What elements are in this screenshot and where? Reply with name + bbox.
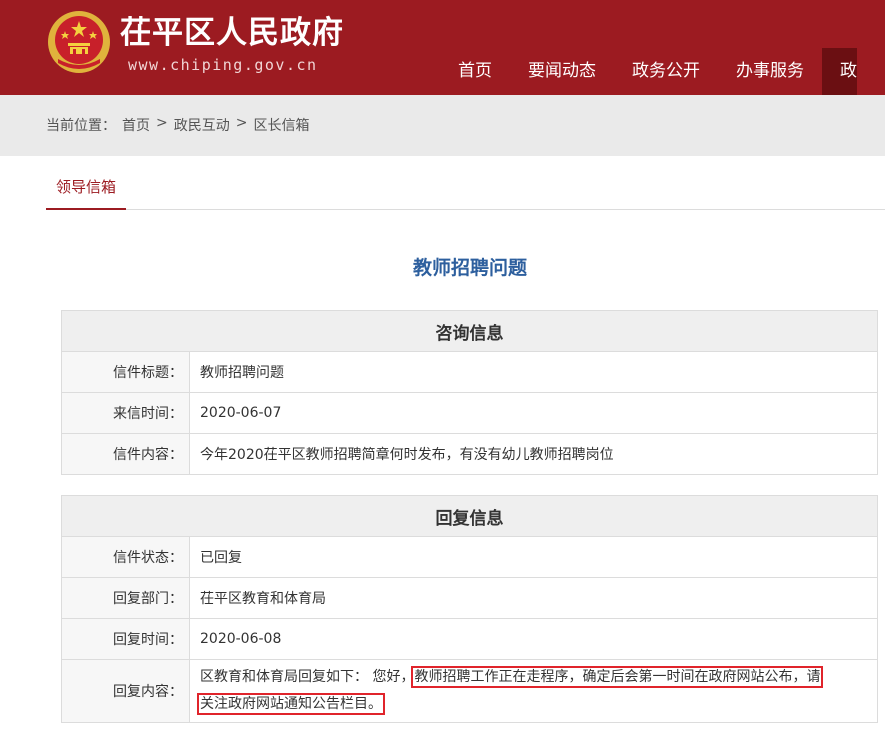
site-domain: www.chiping.gov.cn (128, 56, 318, 74)
breadcrumb-bar: 当前位置： 首页 > 政民互动 > 区长信箱 (0, 95, 885, 156)
table-row: 信件状态： 已回复 (61, 536, 878, 578)
site-header: 茌平区人民政府 www.chiping.gov.cn 首页 要闻动态 政务公开 … (0, 0, 885, 95)
breadcrumb-mailbox[interactable]: 区长信箱 (253, 115, 309, 135)
breadcrumb-separator: > (156, 115, 168, 131)
inquiry-heading: 咨询信息 (61, 310, 878, 352)
reply-heading: 回复信息 (61, 495, 878, 537)
letter-date-value: 2020-06-07 (189, 392, 878, 434)
letter-title-label: 信件标题： (61, 351, 190, 393)
reply-content-value: 区教育和体育局回复如下： 您好，教师招聘工作正在走程序，确定后会第一时间在政府网… (189, 659, 878, 723)
reply-department-label: 回复部门： (61, 577, 190, 619)
letter-content-label: 信件内容： (61, 433, 190, 475)
breadcrumb-separator: > (235, 115, 248, 131)
table-header-row: 咨询信息 (61, 310, 878, 352)
table-header-row: 回复信息 (61, 495, 878, 537)
status-label: 信件状态： (61, 536, 190, 578)
highlighted-reply-text: 教师招聘工作正在走程序，确定后会第一时间在政府网站公布，请 (411, 666, 824, 688)
status-value: 已回复 (189, 536, 878, 578)
reply-table: 回复信息 信件状态： 已回复 回复部门： 茌平区教育和体育局 回复时间： 202… (61, 495, 878, 723)
inquiry-table: 咨询信息 信件标题： 教师招聘问题 来信时间： 2020-06-07 信件内容：… (61, 310, 878, 475)
table-row: 信件标题： 教师招聘问题 (61, 351, 878, 393)
table-row: 回复时间： 2020-06-08 (61, 618, 878, 660)
table-row: 信件内容： 今年2020茌平区教师招聘简章何时发布，有没有幼儿教师招聘岗位 (61, 433, 878, 475)
page-title: 教师招聘问题 (412, 257, 527, 279)
nav-services[interactable]: 办事服务 (718, 48, 822, 95)
reply-date-value: 2020-06-08 (189, 618, 878, 660)
breadcrumb-prefix: 当前位置： (46, 118, 116, 134)
nav-interaction[interactable]: 政 (822, 48, 857, 95)
national-emblem-icon[interactable] (46, 9, 112, 75)
table-row: 来信时间： 2020-06-07 (61, 392, 878, 434)
main-nav: 首页 要闻动态 政务公开 办事服务 政 (440, 48, 857, 95)
nav-home[interactable]: 首页 (440, 48, 510, 95)
reply-date-label: 回复时间： (61, 618, 190, 660)
reply-intro-text: 区教育和体育局回复如下： 您好， (200, 669, 415, 685)
letter-date-label: 来信时间： (61, 392, 190, 434)
breadcrumb-interaction[interactable]: 政民互动 (174, 115, 230, 135)
letter-title-value: 教师招聘问题 (189, 351, 878, 393)
breadcrumb: 当前位置： 首页 > 政民互动 > 区长信箱 (46, 115, 309, 135)
tab-leader-mailbox[interactable]: 领导信箱 (46, 175, 126, 210)
site-title[interactable]: 茌平区人民政府 (120, 13, 344, 53)
reply-department-value: 茌平区教育和体育局 (189, 577, 878, 619)
highlighted-reply-text: 关注政府网站通知公告栏目。 (197, 693, 385, 715)
breadcrumb-home[interactable]: 首页 (122, 115, 150, 135)
table-row: 回复内容： 区教育和体育局回复如下： 您好，教师招聘工作正在走程序，确定后会第一… (61, 659, 878, 723)
tab-divider (46, 209, 885, 210)
table-row: 回复部门： 茌平区教育和体育局 (61, 577, 878, 619)
reply-content-label: 回复内容： (61, 659, 190, 723)
nav-gov-affairs[interactable]: 政务公开 (614, 48, 718, 95)
letter-content-value: 今年2020茌平区教师招聘简章何时发布，有没有幼儿教师招聘岗位 (189, 433, 878, 475)
nav-news[interactable]: 要闻动态 (510, 48, 614, 95)
